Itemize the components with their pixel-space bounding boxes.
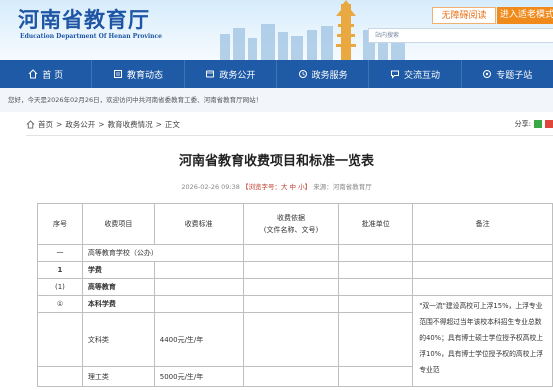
breadcrumb-divider [26, 135, 553, 136]
table-row: 一 高等教育学校（公办） [37, 244, 553, 262]
col-header-no: 序号 [37, 203, 83, 245]
news-icon [113, 70, 122, 78]
table-row: ① 本科学费 "双一流"建设高校可上浮15%，上浮专业范围不得超过当年该校本科招… [37, 295, 553, 387]
breadcrumb-current: 正文 [164, 120, 180, 129]
home-icon [26, 120, 35, 129]
main-nav: 首 页 教育动态 政务公开 政务服务 交流互动 专题子站 [0, 60, 553, 88]
site-title: 河南省教育厅 [18, 7, 150, 32]
share-bar: 分享: [515, 119, 553, 129]
elder-mode-button[interactable]: 进入适老模式 [497, 7, 553, 24]
col-header-approver: 批准单位 [338, 203, 414, 245]
nav-interaction[interactable]: 交流互动 [369, 60, 462, 88]
table-cell: 文科类 [81, 312, 155, 367]
wechat-share-icon[interactable] [534, 120, 542, 128]
table-cell: 高等教育 [81, 278, 155, 296]
service-icon [298, 70, 307, 78]
table-cell: 高等教育学校（公办） [81, 244, 244, 262]
breadcrumb: 首页 > 政务公开 > 教育收费情况 > 正文 [26, 119, 180, 130]
breadcrumb-gov-open[interactable]: 政务公开 [65, 119, 95, 130]
weibo-share-icon[interactable] [545, 120, 553, 128]
table-cell: 1 [37, 261, 83, 279]
table-cell: 本科学费 [81, 295, 155, 313]
share-label: 分享: [514, 120, 531, 128]
site-header: 河南省教育厅 Education Department Of Henan Pro… [0, 0, 553, 60]
home-icon [28, 69, 38, 79]
breadcrumb-home[interactable]: 首页 [38, 119, 53, 130]
table-row: 1 学费 [37, 261, 553, 279]
nav-gov-open-label: 政务公开 [219, 70, 256, 81]
col-header-remark: 备注 [412, 203, 553, 245]
nav-interaction-label: 交流互动 [403, 70, 440, 81]
font-size-switcher[interactable]: 【浏览字号：大 中 小】 [242, 183, 311, 191]
article-source: 来源：河南省教育厅 [313, 183, 372, 191]
nav-gov-service-label: 政务服务 [311, 70, 348, 81]
table-cell: 4400元/生/年 [153, 312, 244, 367]
nav-gov-service[interactable]: 政务服务 [277, 60, 370, 88]
gov-icon [206, 70, 215, 78]
table-cell: 一 [37, 244, 83, 262]
nav-home-label: 首 页 [42, 70, 64, 81]
accessible-reading-button[interactable]: 无障碍阅读 [432, 7, 496, 24]
interact-icon [390, 70, 399, 79]
topic-icon [483, 70, 492, 78]
article-title: 河南省教育收费项目和标准一览表 [178, 154, 374, 169]
table-cell: 5000元/生/年 [153, 366, 244, 387]
table-cell: 学费 [81, 261, 155, 279]
table-cell: 理工类 [81, 366, 155, 387]
remark-cell: "双一流"建设高校可上浮15%，上浮专业范围不得超过当年该校本科招生专业总数的4… [412, 295, 553, 387]
nav-news-label: 教育动态 [126, 70, 163, 81]
nav-news[interactable]: 教育动态 [92, 60, 185, 88]
nav-topics-label: 专题子站 [496, 70, 533, 81]
nav-home[interactable]: 首 页 [0, 60, 93, 88]
table-cell: ① [37, 295, 83, 313]
article-date: 2026-02-26 09:38 [181, 183, 240, 191]
col-header-item: 收费项目 [81, 203, 155, 245]
nav-topics[interactable]: 专题子站 [462, 60, 553, 88]
table-header-row: 序号 收费项目 收费标准 收费依据 (文件名称、文号) 批准单位 备注 [37, 203, 553, 245]
breadcrumb-fee-info[interactable]: 教育收费情况 [108, 119, 153, 130]
article-meta: 2026-02-26 09:38 【浏览字号：大 中 小】 来源：河南省教育厅 [0, 181, 553, 191]
site-search-input[interactable]: 站内搜索 [368, 28, 553, 43]
table-cell: (1) [37, 278, 83, 296]
font-size-options[interactable]: 大 中 小 [281, 183, 305, 191]
col-header-standard: 收费标准 [153, 203, 244, 245]
nav-gov-open[interactable]: 政务公开 [185, 60, 277, 88]
site-subtitle: Education Department Of Henan Province [20, 33, 162, 40]
table-row: (1) 高等教育 [37, 278, 553, 296]
fee-table: 序号 收费项目 收费标准 收费依据 (文件名称、文号) 批准单位 备注 一 高等… [37, 203, 553, 387]
col-header-basis: 收费依据 (文件名称、文号) [242, 203, 340, 245]
welcome-bar: 您好，今天是2026年02月26日，欢迎访问中共河南省委教育工委、河南省教育厅网… [0, 88, 553, 112]
